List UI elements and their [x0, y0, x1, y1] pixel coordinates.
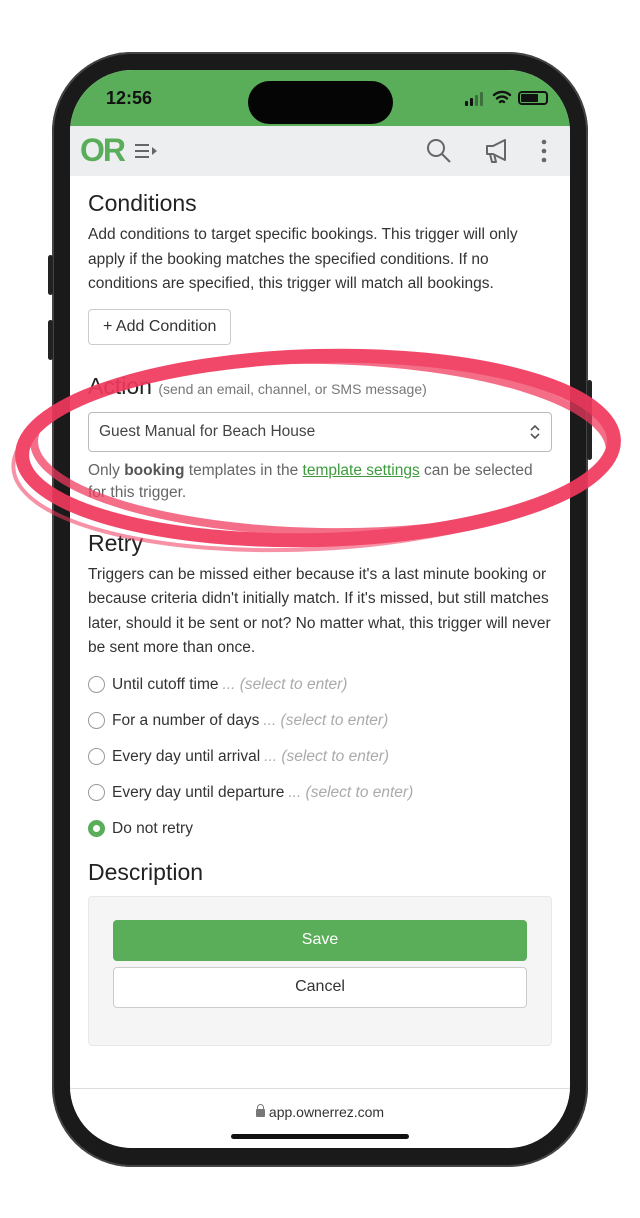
retry-option[interactable]: Until cutoff time... (select to enter) [88, 667, 552, 703]
battery-icon [518, 91, 548, 105]
more-vertical-icon[interactable] [540, 138, 548, 164]
dynamic-island [248, 81, 393, 124]
wifi-icon [492, 90, 512, 104]
conditions-description: Add conditions to target specific bookin… [88, 226, 518, 292]
save-button[interactable]: Save [113, 919, 527, 961]
browser-url-bar[interactable]: app.ownerrez.com [70, 1088, 570, 1148]
status-time: 12:56 [106, 88, 153, 108]
radio-button[interactable] [88, 712, 105, 729]
radio-button[interactable] [88, 784, 105, 801]
retry-option-selected[interactable]: Do not retry [88, 811, 552, 847]
retry-option[interactable]: For a number of days... (select to enter… [88, 703, 552, 739]
app-header: OR [70, 126, 570, 176]
cancel-button[interactable]: Cancel [113, 966, 527, 1008]
template-settings-link[interactable]: template settings [303, 462, 420, 479]
home-indicator [231, 1134, 409, 1139]
retry-options: Until cutoff time... (select to enter) F… [88, 667, 552, 847]
retry-title: Retry [88, 529, 143, 556]
phone-side-button [48, 255, 53, 295]
retry-option[interactable]: Every day until departure... (select to … [88, 775, 552, 811]
phone-side-button [587, 380, 592, 460]
radio-button[interactable] [88, 748, 105, 765]
action-template-select[interactable]: Guest Manual for Beach House [88, 411, 552, 452]
signal-icon [465, 92, 483, 106]
ownerrez-logo[interactable]: OR [80, 132, 126, 169]
status-bar: 12:56 [70, 70, 570, 126]
add-condition-button[interactable]: + Add Condition [88, 308, 232, 345]
trigger-form: Conditions Add conditions to target spec… [88, 176, 552, 1046]
action-note: Only booking templates in the template s… [88, 461, 533, 501]
radio-button[interactable] [88, 676, 105, 693]
action-title: Action (send an email, channel, or SMS m… [88, 372, 427, 399]
radio-button-checked[interactable] [88, 820, 105, 837]
chevron-up-down-icon [530, 424, 540, 439]
phone-screen: 12:56 OR Conditions Add conditions to ta… [70, 70, 570, 1148]
conditions-title: Conditions [88, 190, 197, 216]
action-subtitle: (send an email, channel, or SMS message) [158, 380, 427, 397]
search-icon[interactable] [426, 138, 452, 164]
description-title: Description [88, 858, 204, 885]
retry-option[interactable]: Every day until arrival... (select to en… [88, 739, 552, 775]
menu-expand-icon[interactable] [134, 143, 158, 159]
megaphone-icon[interactable] [485, 138, 511, 164]
retry-description: Triggers can be missed either because it… [88, 565, 551, 657]
form-actions-panel: Save Cancel [88, 895, 552, 1046]
lock-icon [255, 1104, 265, 1117]
phone-side-button [48, 320, 53, 360]
plus-icon: + [103, 317, 116, 335]
